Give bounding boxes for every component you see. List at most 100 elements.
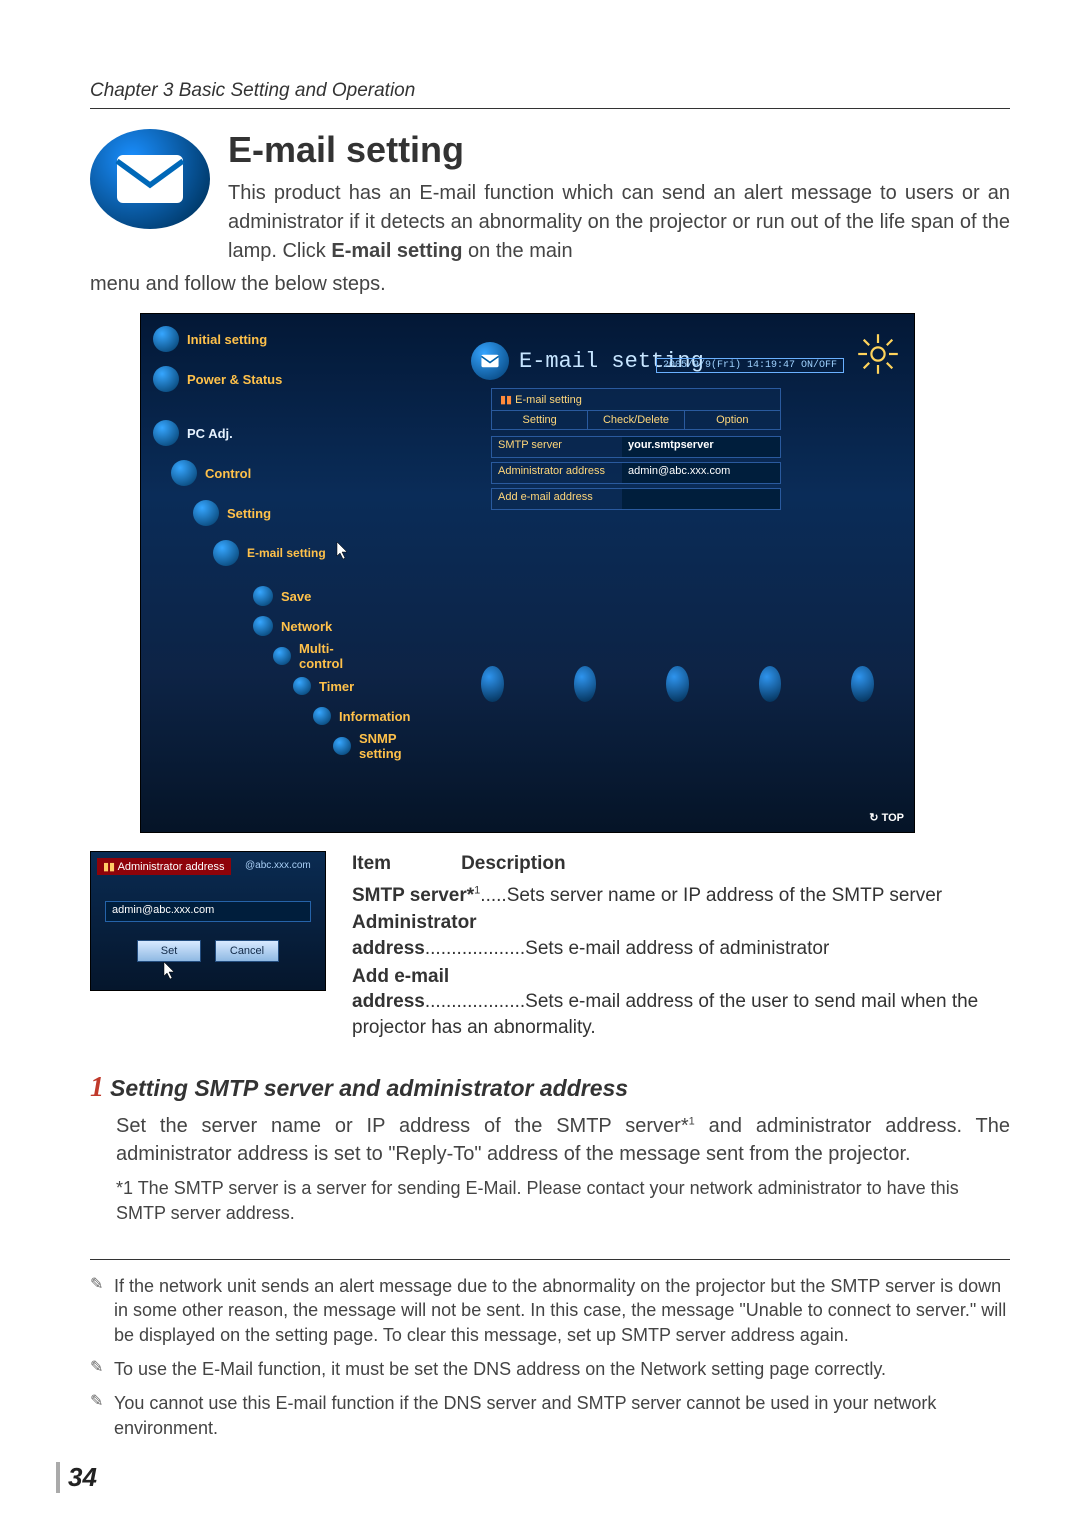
description-row: ▮▮ Administrator address @abc.xxx.com ad… — [90, 851, 1010, 1042]
dialog-header-label: Administrator address — [118, 861, 225, 873]
multi-icon — [273, 647, 291, 665]
divider — [90, 1259, 1010, 1260]
desc-label: SMTP server* — [352, 885, 474, 906]
nav-setting[interactable]: Setting — [193, 494, 353, 532]
nav-multi-control[interactable]: Multi-control — [273, 642, 353, 670]
footnote-1: *1 The SMTP server is a server for sendi… — [116, 1176, 1010, 1225]
add-email-label: Add e-mail address — [492, 489, 622, 509]
desc-label: Add e-mail — [352, 966, 449, 987]
intro-cont: menu and follow the below steps. — [90, 270, 1010, 299]
nav-label: Power & Status — [187, 372, 282, 387]
intro-bold: E-mail setting — [331, 240, 462, 262]
nav-label: Save — [281, 589, 311, 604]
smtp-label: SMTP server — [492, 437, 622, 457]
top-link[interactable]: ↻ TOP — [869, 811, 904, 824]
desc-text: ...................Sets e-mail address o… — [425, 938, 829, 959]
nav-email-setting[interactable]: E-mail setting — [213, 534, 353, 572]
nav-label: Multi-control — [299, 641, 353, 671]
nav-label: PC Adj. — [187, 426, 233, 441]
sun-icon — [856, 332, 900, 376]
dialog-header: ▮▮ Administrator address — [97, 858, 231, 875]
nav-save[interactable]: Save — [253, 582, 353, 610]
nav-label: Timer — [319, 679, 354, 694]
nav-label: Setting — [227, 506, 271, 521]
admin-input[interactable]: admin@abc.xxx.com — [622, 463, 780, 483]
network-icon — [253, 616, 273, 636]
panel-caption-text: E-mail setting — [515, 394, 582, 406]
mail-icon — [90, 129, 210, 229]
top-link-label: TOP — [882, 812, 904, 824]
page-number: 34 — [56, 1462, 97, 1493]
cursor-icon — [163, 962, 177, 980]
tab-check-delete[interactable]: Check/Delete — [588, 411, 684, 429]
step-title-text: Setting SMTP server and administrator ad… — [110, 1075, 628, 1101]
tab-setting[interactable]: Setting — [492, 411, 588, 429]
nav-snmp-setting[interactable]: SNMP setting — [333, 732, 353, 760]
gear-icon — [153, 326, 179, 352]
desc-label2: address — [352, 938, 425, 959]
cursor-icon — [336, 542, 350, 560]
dialog-input[interactable]: admin@abc.xxx.com — [105, 901, 311, 922]
desc-row-smtp: SMTP server*1.....Sets server name or IP… — [352, 883, 1010, 909]
nav-label: Information — [339, 709, 411, 724]
nav-label: E-mail setting — [247, 546, 326, 560]
note-2: To use the E-Mail function, it must be s… — [114, 1357, 1010, 1381]
info-icon — [313, 707, 331, 725]
add-email-input[interactable] — [622, 489, 780, 509]
col-item: Item — [352, 851, 391, 877]
footer-icons — [481, 666, 874, 702]
footer-icon-5[interactable] — [851, 666, 874, 702]
step-1: 1Setting SMTP server and administrator a… — [90, 1072, 1010, 1225]
power-icon — [153, 366, 179, 392]
nav-network[interactable]: Network — [253, 612, 353, 640]
nav-timer[interactable]: Timer — [293, 672, 353, 700]
smtp-input[interactable]: your.smtpserver — [622, 437, 780, 457]
footer-icon-3[interactable] — [666, 666, 689, 702]
desc-text: .....Sets server name or IP address of t… — [480, 885, 942, 906]
desc-label2: address — [352, 991, 425, 1012]
intro-paragraph: This product has an E-mail function whic… — [228, 179, 1010, 266]
row-admin: Administrator address admin@abc.xxx.com — [491, 462, 781, 484]
nav-pc-adj[interactable]: PC Adj. — [153, 414, 353, 452]
section-head: E-mail setting This product has an E-mai… — [90, 129, 1010, 266]
footer-icon-2[interactable] — [574, 666, 597, 702]
side-nav: Initial setting Power & Status PC Adj. C… — [153, 320, 353, 762]
dialog-suffix: @abc.xxx.com — [245, 860, 311, 871]
admin-label: Administrator address — [492, 463, 622, 483]
panel-caption: ▮▮ E-mail setting — [492, 389, 780, 411]
desc-label: Administrator — [352, 912, 477, 933]
footer-icon-4[interactable] — [759, 666, 782, 702]
step-text-a: Set the server name or IP address of the… — [116, 1115, 689, 1137]
nav-label: SNMP setting — [359, 731, 402, 761]
screenshot-admin-dialog: ▮▮ Administrator address @abc.xxx.com ad… — [90, 851, 326, 991]
screenshot-main: Initial setting Power & Status PC Adj. C… — [140, 313, 915, 833]
section-title: E-mail setting — [228, 129, 1010, 171]
nav-initial-setting[interactable]: Initial setting — [153, 320, 353, 358]
nav-control[interactable]: Control — [171, 454, 353, 492]
wrench-icon — [193, 500, 219, 526]
nav-power-status[interactable]: Power & Status — [153, 360, 353, 398]
tab-option[interactable]: Option — [685, 411, 780, 429]
nav-label: Network — [281, 619, 332, 634]
snmp-icon — [333, 737, 351, 755]
tab-panel: ▮▮ E-mail setting Setting Check/Delete O… — [491, 388, 781, 430]
control-icon — [171, 460, 197, 486]
footer-icon-1[interactable] — [481, 666, 504, 702]
timer-icon — [293, 677, 311, 695]
step-title: 1Setting SMTP server and administrator a… — [90, 1072, 1010, 1104]
step-number: 1 — [90, 1072, 104, 1103]
monitor-icon — [153, 420, 179, 446]
step-body: Set the server name or IP address of the… — [116, 1112, 1010, 1168]
set-button[interactable]: Set — [137, 940, 201, 962]
desc-row-add: Add e-mail address...................Set… — [352, 964, 1010, 1041]
row-smtp: SMTP server your.smtpserver — [491, 436, 781, 458]
chapter-header: Chapter 3 Basic Setting and Operation — [90, 80, 1010, 109]
desc-row-admin: Administrator address...................… — [352, 910, 1010, 961]
mail-small-icon — [213, 540, 239, 566]
nav-information[interactable]: Information — [313, 702, 353, 730]
description-table: Item Description SMTP server*1.....Sets … — [352, 851, 1010, 1042]
datetime-box: 2005/9/9(Fri) 14:19:47 ON/OFF — [656, 358, 844, 373]
row-add-email: Add e-mail address — [491, 488, 781, 510]
cancel-button[interactable]: Cancel — [215, 940, 279, 962]
note-1: If the network unit sends an alert messa… — [114, 1274, 1010, 1347]
